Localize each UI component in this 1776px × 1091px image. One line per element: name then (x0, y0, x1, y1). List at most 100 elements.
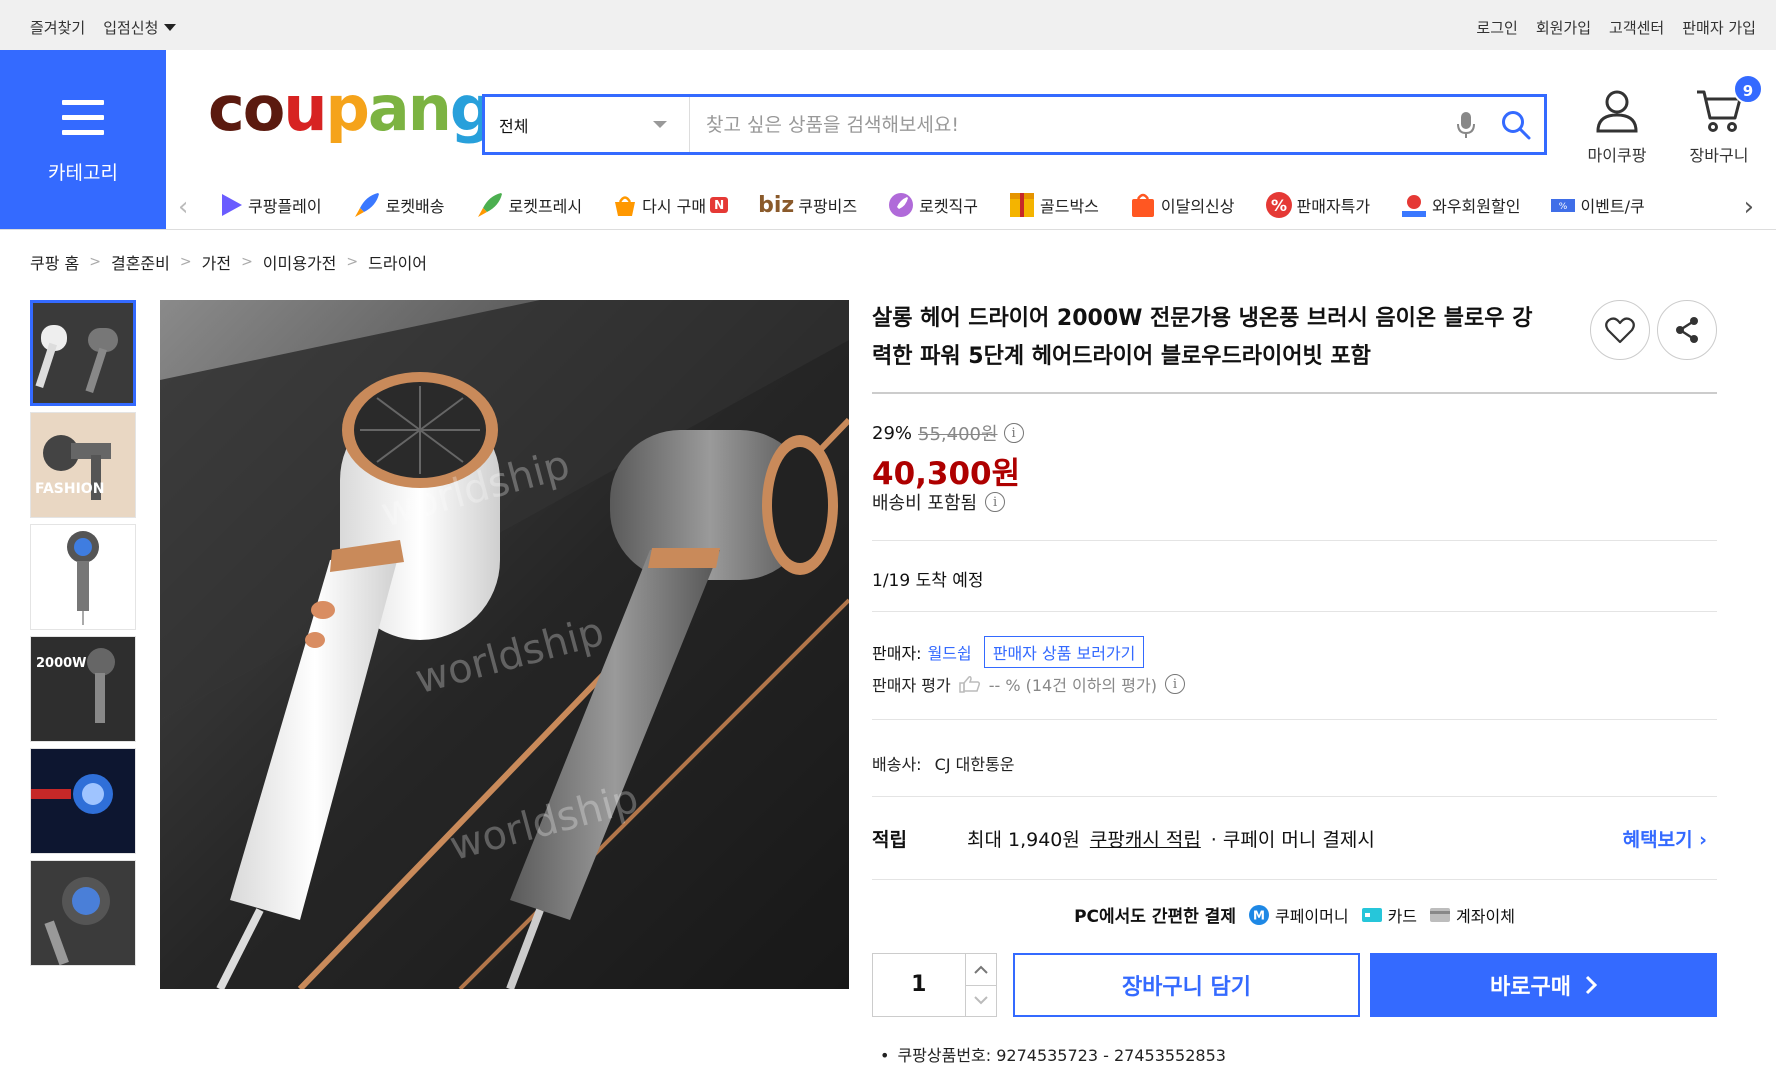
nav-item-coupang-biz[interactable]: biz 쿠팡비즈 (758, 190, 857, 220)
nav-item-coupang-play[interactable]: 쿠팡플레이 (218, 190, 322, 220)
product-thumbnail[interactable] (30, 748, 136, 854)
partner-apply-dropdown[interactable]: 입점신청 (103, 17, 177, 38)
info-icon[interactable]: i (985, 492, 1006, 512)
quantity-input[interactable]: 1 (873, 954, 965, 1016)
new-bag-icon (1131, 193, 1154, 217)
breadcrumb: 쿠팡 홈 > 결혼준비 > 가전 > 이미용가전 > 드라이어 (30, 250, 427, 274)
increase-quantity-button[interactable] (966, 954, 997, 985)
chevron-right-icon[interactable]: › (1744, 192, 1754, 222)
sale-price: 40,300원 (872, 456, 1021, 492)
carrier-label: 배송사: (872, 755, 922, 774)
breadcrumb-item[interactable]: 쿠팡 홈 (30, 250, 79, 274)
category-button[interactable]: 카테고리 (0, 50, 166, 229)
share-button[interactable] (1657, 300, 1717, 360)
cart-button[interactable]: 9 장바구니 (1674, 74, 1764, 166)
benefits-button[interactable]: 혜택보기 › (1623, 825, 1707, 852)
main-product-image[interactable]: worldship worldship worldship (160, 300, 849, 989)
caret-down-icon (164, 24, 177, 31)
product-thumbnail[interactable] (30, 860, 136, 966)
breadcrumb-item[interactable]: 가전 (202, 250, 231, 274)
seller-row: 판매자: 월드쉽 판매자 상품 보러가기 (872, 636, 1145, 668)
thumbnail-list: FASHION 2000W (30, 300, 136, 972)
discount-rate: 29% (872, 422, 913, 444)
product-thumbnail[interactable]: FASHION (30, 412, 136, 518)
chevron-down-icon (653, 121, 667, 128)
microphone-icon[interactable] (1444, 97, 1488, 152)
coupang-cash-link[interactable]: 쿠팡캐시 적립 (1090, 825, 1201, 852)
coupang-logo[interactable]: coupang (208, 78, 494, 140)
login-link[interactable]: 로그인 (1476, 17, 1517, 38)
divider (872, 879, 1717, 880)
reward-suffix: · 쿠페이 머니 결제시 (1210, 829, 1375, 851)
reward-amount: 최대 1,940원 (967, 829, 1080, 851)
title-divider (872, 392, 1717, 394)
search-category-select[interactable]: 전체 (485, 97, 690, 152)
product-thumbnail[interactable] (30, 524, 136, 630)
chevron-right-icon: > (89, 254, 101, 270)
nav-item-rocket-delivery[interactable]: 로켓배송 (352, 190, 445, 220)
shortcut-nav: ‹ 쿠팡플레이 로켓배송 로켓프레시 다시 구매 N biz 쿠팡비즈 로켓직구 (166, 184, 1776, 229)
divider (872, 719, 1717, 720)
payment-coupay-money: M 쿠페이머니 (1248, 903, 1349, 927)
nav-item-rocket-fresh[interactable]: 로켓프레시 (475, 190, 582, 220)
chevron-left-icon[interactable]: ‹ (178, 192, 188, 222)
seller-products-button[interactable]: 판매자 상품 보러가기 (983, 636, 1145, 668)
customer-center-link[interactable]: 고객센터 (1609, 17, 1664, 38)
breadcrumb-item[interactable]: 결혼준비 (111, 250, 170, 274)
info-icon[interactable]: i (1003, 423, 1024, 443)
original-price: 55,400원 (918, 424, 998, 445)
nav-item-wow-discount[interactable]: 와우회원할인 (1400, 190, 1520, 220)
wishlist-button[interactable] (1590, 300, 1650, 360)
decrease-quantity-button[interactable] (965, 984, 996, 1017)
seller-rating-value: -- % (14건 이하의 평가) (988, 676, 1157, 695)
my-coupang-label: 마이쿠팡 (1587, 146, 1647, 165)
search-bar: 전체 (482, 94, 1547, 155)
product-thumbnail[interactable] (30, 300, 136, 406)
buy-now-label: 바로구매 (1490, 975, 1571, 1000)
add-to-cart-button[interactable]: 장바구니 담기 (1013, 953, 1360, 1017)
nav-item-events[interactable]: % 이벤트/쿠 (1550, 190, 1645, 220)
discount-row: 29% 55,400원 i (872, 420, 1024, 446)
user-icon (1596, 90, 1638, 133)
search-icon[interactable] (1488, 97, 1544, 152)
coupon-icon: % (1551, 199, 1576, 212)
payment-bank-transfer: 계좌이체 (1429, 903, 1515, 927)
nav-item-rebuy[interactable]: 다시 구매 N (612, 190, 729, 220)
chevron-up-icon (974, 965, 988, 974)
favorites-link[interactable]: 즐겨찾기 (30, 17, 85, 38)
my-coupang-button[interactable]: 마이쿠팡 (1572, 88, 1662, 166)
info-icon[interactable]: i (1164, 674, 1185, 694)
card-icon (1361, 907, 1382, 922)
payment-methods: PC에서도 간편한 결제 M 쿠페이머니 카드 계좌이체 (872, 902, 1717, 927)
signup-link[interactable]: 회원가입 (1536, 17, 1591, 38)
product-thumbnail[interactable]: 2000W (30, 636, 136, 742)
chevron-down-icon (974, 996, 988, 1005)
chevron-right-icon (1585, 975, 1597, 995)
search-input[interactable] (690, 97, 1444, 152)
header-divider (0, 229, 1776, 230)
breadcrumb-item[interactable]: 드라이어 (368, 250, 427, 274)
chevron-right-icon: > (179, 254, 192, 270)
goldbox-icon (1010, 193, 1034, 217)
nav-item-rocket-global[interactable]: 로켓직구 (887, 190, 978, 220)
product-title: 살롱 헤어 드라이어 2000W 전문가용 냉온풍 브러시 음이온 블로우 강력… (872, 306, 1533, 369)
percent-icon: % (1265, 192, 1292, 218)
breadcrumb-item[interactable]: 이미용가전 (263, 250, 337, 274)
seller-signup-link[interactable]: 판매자 가입 (1682, 17, 1756, 38)
chevron-right-icon: > (241, 254, 253, 270)
cart-count-badge: 9 (1733, 74, 1763, 104)
carrier-name: CJ 대한통운 (934, 755, 1015, 774)
rocket-fresh-icon (477, 193, 502, 217)
rocket-global-icon (889, 193, 914, 217)
search-category-value: 전체 (499, 116, 529, 136)
buy-now-button[interactable]: 바로구매 (1370, 953, 1717, 1017)
nav-item-seller-deals[interactable]: % 판매자특가 (1265, 190, 1370, 220)
rocket-icon (354, 193, 379, 217)
shipping-text: 배송비 포함됨 (872, 493, 978, 514)
reward-label: 적립 (872, 829, 907, 851)
seller-name-link[interactable]: 월드쉽 (928, 640, 972, 664)
nav-item-goldbox[interactable]: 골드박스 (1008, 190, 1099, 220)
product-number: 쿠팡상품번호: 9274535723 - 27453552853 (880, 1042, 1226, 1066)
nav-item-new-arrivals[interactable]: 이달의신상 (1129, 190, 1235, 220)
share-icon (1676, 317, 1698, 343)
